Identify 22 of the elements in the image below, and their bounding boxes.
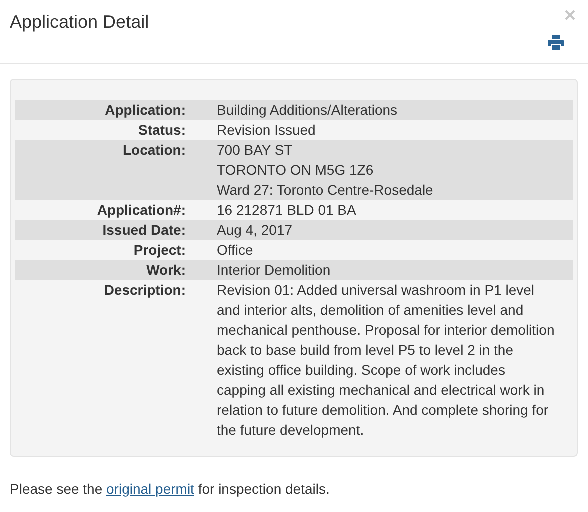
footer-note: Please see the original permit for inspection details. [10, 480, 330, 499]
field-label: Issued Date: [102, 222, 186, 238]
field-label: Application: [105, 102, 186, 118]
field-value: TORONTO ON M5G 1Z6 [217, 161, 374, 180]
field-value: Revision Issued [217, 121, 316, 140]
field-value: Aug 4, 2017 [217, 221, 293, 240]
field-label: Location: [123, 142, 186, 158]
field-value: Interior Demolition [217, 261, 331, 280]
field-value: Office [217, 241, 254, 260]
field-value: Building Additions/Alterations [217, 101, 398, 120]
field-label: Work: [146, 262, 186, 278]
field-value: Ward 27: Toronto Centre-Rosedale [217, 181, 434, 200]
print-icon[interactable] [548, 35, 564, 50]
original-permit-link[interactable]: original permit [106, 481, 194, 497]
field-label: Description: [104, 282, 186, 298]
field-label: Status: [138, 122, 186, 138]
field-value: 16 212871 BLD 01 BA [217, 201, 356, 220]
field-value: Revision 01: Added universal washroom in P1 level and interior alts, demolition of amenities level and mechanical penthouse. Proposal for interior demolition back to base build from level P5 to level 2 in the existing office building. Scope of work includes capping all existing mechanical and electrical work in relation to future demolition. And complete shoring for the future development. [217, 281, 556, 440]
field-label: Project: [134, 242, 186, 258]
field-label: Application#: [97, 202, 186, 218]
dialog-title: Application Detail [10, 11, 150, 34]
field-value: 700 BAY ST [217, 141, 293, 160]
